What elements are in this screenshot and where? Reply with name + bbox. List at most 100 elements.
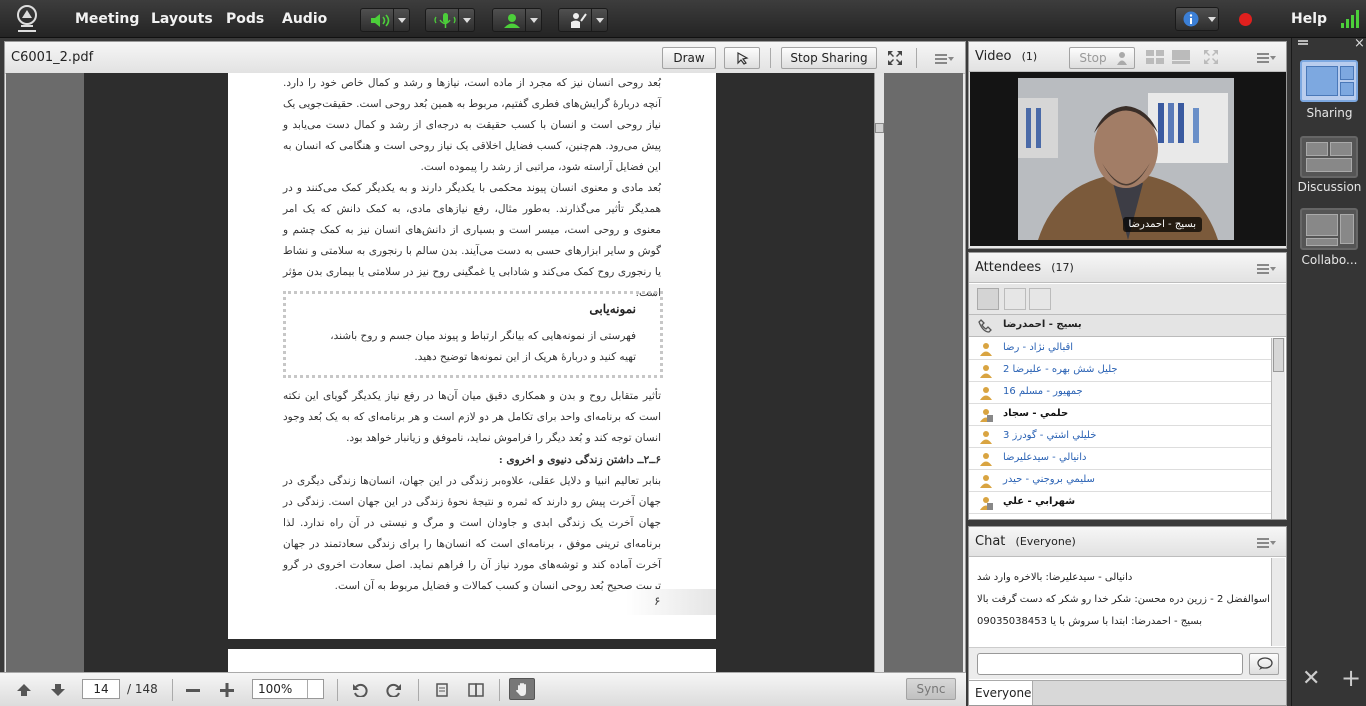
toolbar-divider xyxy=(770,48,771,68)
video-fullscreen-icon[interactable] xyxy=(1203,49,1219,65)
chat-options-icon[interactable] xyxy=(1257,538,1276,548)
attendee-name: خليلي اشتي - گودرز 3 xyxy=(1003,430,1097,441)
chat-message-input[interactable] xyxy=(977,653,1243,675)
sync-button[interactable]: Sync xyxy=(906,678,956,700)
close-layouts-icon[interactable]: × xyxy=(1354,36,1365,51)
stop-sharing-button[interactable]: Stop Sharing xyxy=(781,47,877,69)
attendees-scrollbar-thumb[interactable] xyxy=(1273,338,1284,372)
video-pod-title-group: Video (1) xyxy=(975,49,1037,64)
doc-paragraph-1: بُعد روحی انسان نیز که مجرد از ماده است،… xyxy=(283,77,661,173)
bottom-divider-2 xyxy=(337,679,338,701)
single-page-view-icon[interactable] xyxy=(434,683,450,697)
chat-input-bar xyxy=(969,647,1286,679)
two-page-view-icon[interactable] xyxy=(468,683,484,697)
fullscreen-icon[interactable] xyxy=(887,50,903,66)
grid-view-icon[interactable] xyxy=(1145,49,1165,65)
delete-layout-icon[interactable]: ✕ xyxy=(1302,668,1320,690)
document-scrollbar-thumb[interactable] xyxy=(875,123,884,133)
attendee-name: جمهیور - مسلم 16 xyxy=(1003,386,1083,397)
rotate-left-icon[interactable] xyxy=(352,683,368,697)
chat-title-group: Chat (Everyone) xyxy=(975,534,1076,549)
document-scrollbar[interactable] xyxy=(874,73,884,672)
stop-video-button[interactable]: Stop xyxy=(1069,47,1135,69)
draw-button[interactable]: Draw xyxy=(662,47,716,69)
attendees-pod-header: Attendees (17) xyxy=(969,253,1286,283)
attendee-row[interactable]: جليل شش بهره - عليرضا 2 xyxy=(969,360,1271,382)
participant-icon xyxy=(980,431,992,444)
chat-message-3: بسیج - احمدرضا: ابتدا با سروش با یا 0903… xyxy=(977,616,1202,627)
raise-hand-button[interactable] xyxy=(558,8,608,32)
webcam-dropdown[interactable] xyxy=(525,9,541,31)
attendee-row[interactable]: دانيالي - سيدعليرضا xyxy=(969,448,1271,470)
attendee-row[interactable]: جمهیور - مسلم 16 xyxy=(969,382,1271,404)
speaker-dropdown[interactable] xyxy=(393,9,409,31)
chat-tab-everyone[interactable]: Everyone xyxy=(969,681,1033,705)
presenter-row[interactable]: بسیج - احمدرضا xyxy=(969,315,1286,337)
help-menu[interactable]: Help xyxy=(1291,11,1327,27)
next-page-icon[interactable] xyxy=(50,683,66,697)
doc-box-title: نمونه‌یابی xyxy=(589,302,636,316)
send-message-button[interactable] xyxy=(1249,653,1279,675)
menu-pods[interactable]: Pods xyxy=(226,11,264,27)
share-pod-options-icon[interactable] xyxy=(935,54,954,64)
pointer-button[interactable] xyxy=(724,47,760,69)
expand-view-icon[interactable] xyxy=(1004,288,1026,310)
attendee-row[interactable]: اقبالي نژاد - رضا xyxy=(969,338,1271,360)
menu-audio[interactable]: Audio xyxy=(282,11,327,27)
previous-page-icon[interactable] xyxy=(16,683,32,697)
chat-scrollbar[interactable] xyxy=(1271,558,1285,646)
hand-tool-button[interactable] xyxy=(509,678,535,700)
layout-collaboration-label[interactable]: Collabo... xyxy=(1292,253,1366,267)
chat-tabs: Everyone xyxy=(969,680,1286,705)
rotate-right-icon[interactable] xyxy=(386,683,402,697)
video-pod-options-icon[interactable] xyxy=(1257,53,1276,63)
info-button[interactable] xyxy=(1175,7,1219,31)
info-dropdown[interactable] xyxy=(1204,8,1218,30)
document-page: بُعد روحی انسان نیز که مجرد از ماده است،… xyxy=(228,73,716,639)
chat-pod: Chat (Everyone) دانیالی - سیدعلیرضا: بال… xyxy=(968,526,1287,706)
attendee-row[interactable]: سليمي بروجني - حيدر xyxy=(969,470,1271,492)
webcam-button[interactable] xyxy=(492,8,542,32)
zoom-in-icon[interactable] xyxy=(219,683,235,697)
attendee-row[interactable]: حلمي - سجاد xyxy=(969,404,1271,426)
speaker-button[interactable] xyxy=(360,8,410,32)
bottom-divider-3 xyxy=(418,679,419,701)
menu-meeting[interactable]: Meeting xyxy=(75,11,139,27)
layout-sharing-label[interactable]: Sharing xyxy=(1292,106,1366,120)
zoom-out-icon[interactable] xyxy=(185,683,201,697)
menu-layouts[interactable]: Layouts xyxy=(151,11,213,27)
info-icon xyxy=(1183,11,1199,27)
webcam-feed[interactable] xyxy=(1018,78,1234,240)
attendee-row[interactable]: خليلي اشتي - گودرز 3 xyxy=(969,426,1271,448)
layout-collaboration-thumbnail[interactable] xyxy=(1300,208,1358,250)
toolbar-divider-2 xyxy=(916,48,917,68)
attendee-name: اقبالي نژاد - رضا xyxy=(1003,342,1074,353)
attendee-name: جليل شش بهره - عليرضا 2 xyxy=(1003,364,1118,375)
attendee-row[interactable]: شهرابي - علي xyxy=(969,492,1271,514)
layouts-options-icon[interactable] xyxy=(1298,40,1314,48)
list-view-icon[interactable] xyxy=(977,288,999,310)
filmstrip-view-icon[interactable] xyxy=(1171,49,1191,65)
chat-pod-title: Chat xyxy=(975,534,1006,549)
zoom-dropdown-icon[interactable] xyxy=(307,680,323,698)
participant-icon xyxy=(980,343,992,356)
video-pod-title: Video xyxy=(975,49,1012,64)
microphone-dropdown[interactable] xyxy=(458,9,474,31)
layout-discussion-thumbnail[interactable] xyxy=(1300,136,1358,178)
page-number-input[interactable]: 14 xyxy=(82,679,120,699)
attendees-scrollbar[interactable] xyxy=(1271,338,1285,519)
doc-paragraph-2: بُعد مادی و معنوی انسان پیوند محکمی با ی… xyxy=(283,182,661,299)
status-view-icon[interactable] xyxy=(1029,288,1051,310)
add-layout-icon[interactable]: + xyxy=(1341,666,1361,690)
layout-discussion-label[interactable]: Discussion xyxy=(1292,180,1366,194)
document-viewport[interactable]: بُعد روحی انسان نیز که مجرد از ماده است،… xyxy=(6,73,963,679)
chat-message-1: دانیالی - سیدعلیرضا: بالاخره وارد شد xyxy=(977,572,1133,583)
phone-icon xyxy=(978,319,992,333)
microphone-button[interactable] xyxy=(425,8,475,32)
layout-sharing-thumbnail[interactable] xyxy=(1300,60,1358,102)
record-icon[interactable] xyxy=(1239,13,1252,26)
attendees-options-icon[interactable] xyxy=(1257,264,1276,274)
zoom-select[interactable]: 100% xyxy=(252,679,324,699)
status-dropdown[interactable] xyxy=(591,9,607,31)
raise-hand-icon xyxy=(571,13,587,28)
